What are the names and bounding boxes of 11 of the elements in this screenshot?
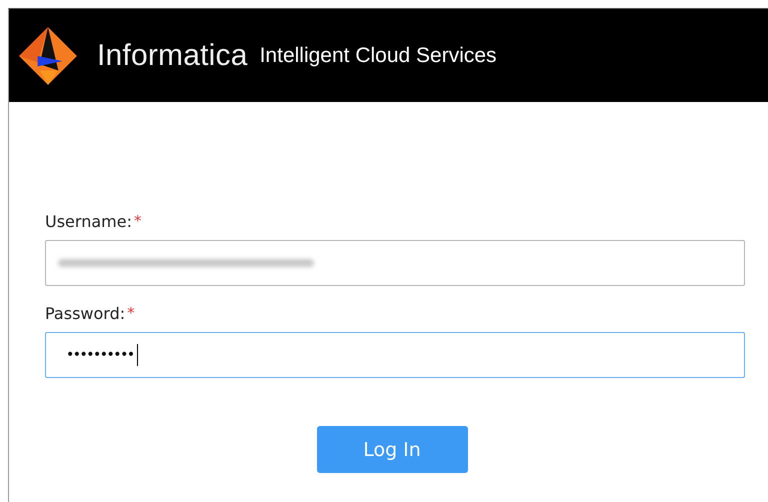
masked-value: •••••••••• bbox=[65, 347, 134, 363]
required-mark: * bbox=[134, 212, 142, 230]
field-label: Password: bbox=[45, 304, 126, 323]
brand-name: Informatica bbox=[97, 38, 248, 72]
product-name: Intelligent Cloud Services bbox=[260, 44, 497, 68]
input-field[interactable]: •••••••••• bbox=[45, 332, 745, 378]
logo-icon bbox=[17, 24, 79, 86]
field-label: Username: bbox=[45, 212, 132, 231]
required-mark: * bbox=[127, 304, 135, 322]
input-field[interactable] bbox=[45, 240, 745, 286]
text-cursor bbox=[136, 344, 138, 366]
